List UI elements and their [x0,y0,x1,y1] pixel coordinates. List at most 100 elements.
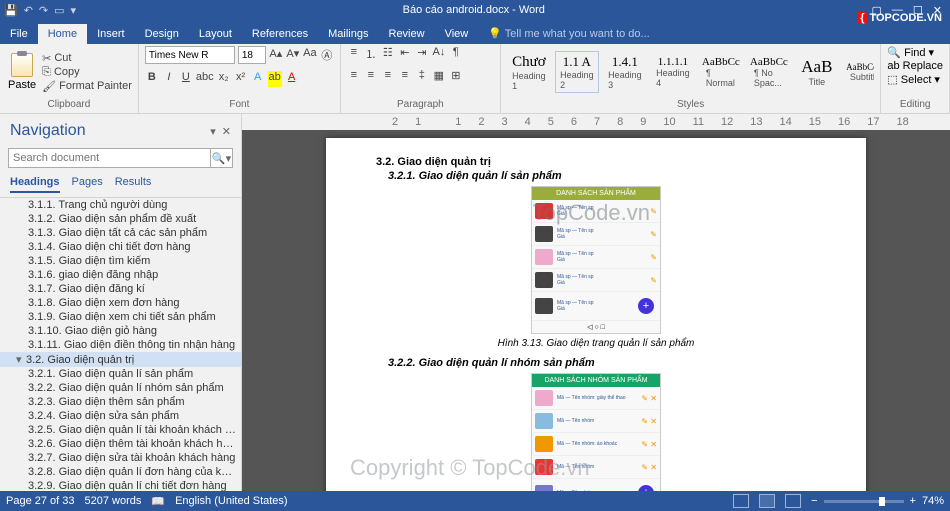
subscript-button[interactable]: x₂ [217,71,231,87]
strike-button[interactable]: abc [196,71,214,87]
nav-item[interactable]: 3.2.2. Giao diện quản lí nhóm sản phẩm [0,381,241,395]
nav-menu-icon[interactable]: ▾ [210,125,216,138]
superscript-button[interactable]: x² [234,71,248,87]
change-case-icon[interactable]: Aa [303,47,317,63]
tab-mailings[interactable]: Mailings [318,24,378,44]
numbering-icon[interactable]: ⒈ [364,46,378,62]
search-icon[interactable]: 🔍▾ [211,148,233,168]
nav-item[interactable]: 3.2.8. Giao diện quản lí đơn hàng của kh… [0,465,241,479]
nav-item[interactable]: 3.2.6. Giao diện thêm tài khoản khách hà… [0,437,241,451]
touch-mode-icon[interactable]: ▭ [54,4,64,17]
nav-item[interactable]: 3.1.10. Giao diện giỏ hàng [0,324,241,338]
nav-item[interactable]: 3.1.2. Giao diện sản phẩm đề xuất [0,212,241,226]
zoom-in-icon[interactable]: + [910,495,916,507]
shading-icon[interactable]: ▦ [432,69,446,85]
sort-icon[interactable]: A↓ [432,46,446,62]
nav-item[interactable]: 3.1.6. giao diện đăng nhập [0,268,241,282]
bold-button[interactable]: B [145,71,159,87]
undo-icon[interactable]: ↶ [24,4,33,17]
borders-icon[interactable]: ⊞ [449,69,463,85]
caption-3-13[interactable]: Hình 3.13. Giao diện trang quản lí sản p… [376,338,816,349]
tab-file[interactable]: File [0,24,38,44]
document-page[interactable]: 3.2. Giao diện quản trị 3.2.1. Giao diện… [326,138,866,491]
nav-tab-pages[interactable]: Pages [72,176,103,193]
nav-item[interactable]: 3.1.8. Giao diện xem đơn hàng [0,296,241,310]
nav-item[interactable]: 3.1.7. Giao diện đăng kí [0,282,241,296]
nav-close-icon[interactable]: ✕ [222,125,231,138]
tab-review[interactable]: Review [379,24,435,44]
read-mode-icon[interactable] [733,494,749,508]
heading-3-2-1[interactable]: 3.2.1. Giao diện quản lí sản phẩm [388,170,816,182]
style-heading-3[interactable]: 1.4.1Heading 3 [603,51,647,93]
font-color-icon[interactable]: A [285,71,299,87]
align-right-icon[interactable]: ≡ [381,69,395,85]
cut-button[interactable]: ✂Cut [42,52,132,65]
find-button[interactable]: 🔍 Find ▾ [887,46,934,59]
style--no-spac-[interactable]: AaBbCc¶ No Spac... [747,53,791,91]
line-spacing-icon[interactable]: ‡ [415,69,429,85]
zoom-slider[interactable] [824,500,904,503]
web-layout-icon[interactable] [785,494,801,508]
nav-item[interactable]: 3.2.7. Giao diện sửa tài khoản khách hàn… [0,451,241,465]
multilevel-icon[interactable]: ☷ [381,46,395,62]
tab-design[interactable]: Design [135,24,189,44]
font-size-select[interactable] [238,46,266,64]
page-count[interactable]: Page 27 of 33 [6,495,75,507]
nav-tab-results[interactable]: Results [115,176,152,193]
document-view[interactable]: 21123456789101112131415161718 3.2. Giao … [242,114,950,491]
zoom-level[interactable]: 74% [922,495,944,507]
style-subtitle[interactable]: AaBbCcDSubtitle [843,59,875,85]
language-status[interactable]: English (United States) [175,495,288,507]
horizontal-ruler[interactable]: 21123456789101112131415161718 [242,114,950,130]
shrink-font-icon[interactable]: A▾ [286,47,300,63]
tab-view[interactable]: View [435,24,479,44]
nav-item[interactable]: 3.1.9. Giao diện xem chi tiết sản phẩm [0,310,241,324]
style-heading-4[interactable]: 1.1.1.1Heading 4 [651,53,695,91]
decrease-indent-icon[interactable]: ⇤ [398,46,412,62]
nav-item[interactable]: 3.1.3. Giao diện tất cả các sản phẩm [0,226,241,240]
nav-item[interactable]: 3.1.1. Trang chủ người dùng [0,198,241,212]
word-count[interactable]: 5207 words [85,495,142,507]
select-button[interactable]: ⬚ Select ▾ [887,73,940,86]
style-heading-1[interactable]: ChươHeading 1 [507,51,551,94]
heading-3-2[interactable]: 3.2. Giao diện quản trị [376,156,816,168]
redo-icon[interactable]: ↷ [39,4,48,17]
grow-font-icon[interactable]: A▴ [269,47,283,63]
justify-icon[interactable]: ≡ [398,69,412,85]
nav-item[interactable]: 3.1.5. Giao diện tìm kiếm [0,254,241,268]
tab-references[interactable]: References [242,24,318,44]
show-marks-icon[interactable]: ¶ [449,46,463,62]
replace-button[interactable]: ab Replace [887,60,943,72]
text-effects-icon[interactable]: A [251,71,265,87]
italic-button[interactable]: I [162,71,176,87]
spellcheck-icon[interactable]: 📖 [151,495,165,508]
nav-item[interactable]: 3.1.11. Giao diện điền thông tin nhận hà… [0,338,241,352]
save-icon[interactable]: 💾 [4,4,18,17]
nav-tab-headings[interactable]: Headings [10,176,60,193]
style-heading-2[interactable]: 1.1 AHeading 2 [555,51,599,93]
nav-item[interactable]: 3.2.3. Giao diện thêm sản phẩm [0,395,241,409]
nav-item[interactable]: 3.2.9. Giao diện quản lí chi tiết đơn hà… [0,479,241,491]
zoom-out-icon[interactable]: − [811,495,817,507]
clear-format-icon[interactable]: Ⓐ [320,47,334,63]
nav-item[interactable]: 3.1.4. Giao diện chi tiết đơn hàng [0,240,241,254]
search-input[interactable] [8,148,211,168]
bullets-icon[interactable]: ≡ [347,46,361,62]
print-layout-icon[interactable] [759,494,775,508]
increase-indent-icon[interactable]: ⇥ [415,46,429,62]
underline-button[interactable]: U [179,71,193,87]
heading-3-2-2[interactable]: 3.2.2. Giao diện quản lí nhóm sản phẩm [388,357,816,369]
tell-me[interactable]: 💡 Tell me what you want to do... [478,23,659,44]
nav-item[interactable]: 3.2.5. Giao diện quản lí tài khoản khách… [0,423,241,437]
copy-button[interactable]: ⎘Copy [42,66,132,79]
align-left-icon[interactable]: ≡ [347,69,361,85]
nav-tree[interactable]: 3.1.1. Trang chủ người dùng3.1.2. Giao d… [0,198,241,491]
highlight-icon[interactable]: ab [268,71,282,87]
style-title[interactable]: AaBTitle [795,54,839,90]
tab-layout[interactable]: Layout [189,24,242,44]
nav-item[interactable]: 3.2.1. Giao diện quản lí sản phẩm [0,367,241,381]
font-name-select[interactable] [145,46,235,64]
tab-home[interactable]: Home [38,24,87,44]
nav-item[interactable]: 3.2.4. Giao diện sửa sản phẩm [0,409,241,423]
format-painter-button[interactable]: 🖌Format Painter [42,80,132,93]
